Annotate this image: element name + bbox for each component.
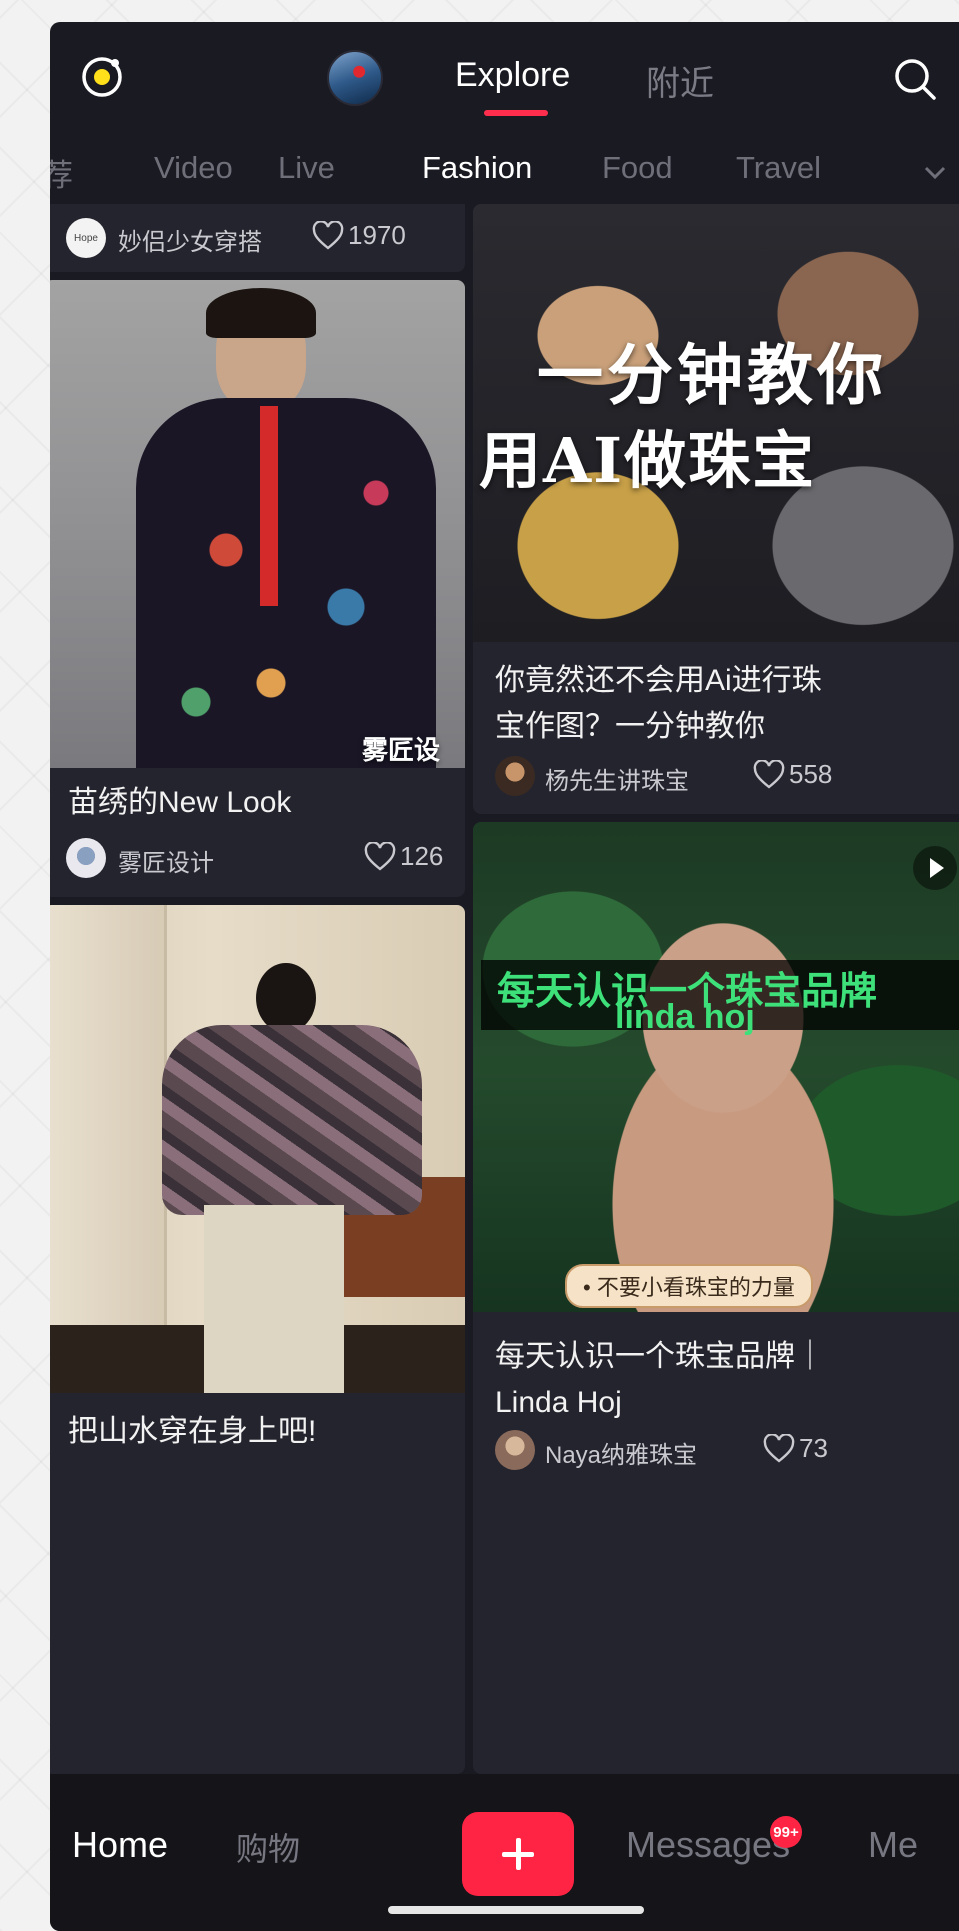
image-watermark: 雾匠设计 [362, 736, 441, 766]
nav-shop[interactable]: 购物 [236, 1824, 300, 1870]
post-title-line-2: Linda Hoj [495, 1386, 622, 1419]
post-title-line-1: 你竟然还不会用Ai进行珠 [495, 664, 822, 697]
tab-explore[interactable]: Explore [455, 56, 570, 95]
post-image: 雾匠设计 [50, 280, 465, 768]
post-title: 把山水穿在身上吧! [68, 1415, 317, 1448]
user-avatar[interactable] [327, 50, 383, 106]
post-image: 每天认识一个珠宝品牌 linda hoj • 不要小看珠宝的力量 [473, 822, 959, 1312]
search-icon[interactable] [892, 56, 938, 102]
figure-hair [256, 963, 316, 1033]
feed-card-left-1[interactable]: Hope 妙侣少女穿搭 1970 [50, 204, 465, 272]
author-name: 杨先生讲珠宝 [545, 768, 689, 795]
figure-hair [206, 288, 316, 338]
messages-badge: 99+ [770, 1816, 802, 1848]
feed-card-left-2[interactable]: 雾匠设计 苗绣的New Look 雾匠设计 126 [50, 280, 465, 897]
like-count[interactable]: 1970 [312, 220, 406, 251]
category-fashion[interactable]: Fashion [422, 150, 532, 186]
category-food[interactable]: Food [602, 150, 673, 186]
active-tab-indicator [484, 110, 548, 116]
chevron-down-icon[interactable] [920, 160, 950, 184]
author-avatar [495, 756, 535, 796]
heart-icon [763, 1433, 795, 1464]
post-image: 一分钟教你 用AI做珠宝 [473, 204, 959, 642]
author-avatar [66, 838, 106, 878]
tab-nearby[interactable]: 附近 [646, 56, 714, 105]
post-image [50, 905, 465, 1393]
nav-me[interactable]: Me [868, 1824, 918, 1866]
post-title-line-1: 每天认识一个珠宝品牌｜ [495, 1340, 825, 1373]
post-title-line-2: 宝作图？一分钟教你 [495, 710, 765, 743]
category-travel[interactable]: Travel [736, 150, 821, 186]
author-avatar: Hope [66, 218, 106, 258]
post-title: 苗绣的New Look [68, 786, 292, 819]
feed-card-left-3[interactable]: 把山水穿在身上吧! [50, 905, 465, 1774]
nav-messages[interactable]: Messages [626, 1824, 790, 1866]
heart-icon [312, 220, 344, 251]
phone-screen: Explore 附近 荐 Video Live Fashion Food Tra… [50, 22, 959, 1931]
feed-card-right-2[interactable]: 每天认识一个珠宝品牌 linda hoj • 不要小看珠宝的力量 每天认识一个珠… [473, 822, 959, 1774]
heart-icon [753, 759, 785, 790]
author-avatar [495, 1430, 535, 1470]
image-text-line-2: linda hoj [615, 998, 755, 1036]
like-count[interactable]: 73 [763, 1433, 828, 1464]
home-indicator [388, 1906, 644, 1914]
figure-coat [136, 398, 436, 768]
figure-skirt [204, 1205, 344, 1393]
heart-icon [364, 841, 396, 872]
category-video[interactable]: Video [154, 150, 233, 186]
nav-home[interactable]: Home [72, 1824, 168, 1866]
like-count[interactable]: 558 [753, 759, 832, 790]
category-live[interactable]: Live [278, 150, 335, 186]
play-icon[interactable] [913, 846, 957, 890]
category-recommend[interactable]: 荐 [50, 150, 73, 195]
coat-trim [260, 406, 278, 606]
category-bar: 荐 Video Live Fashion Food Travel [50, 140, 959, 202]
figure-shirt [162, 1025, 422, 1215]
image-text-line-2: 用AI做珠宝 [479, 424, 817, 497]
author-name: 妙侣少女穿搭 [118, 229, 262, 256]
add-post-button[interactable] [462, 1812, 574, 1896]
image-door [50, 905, 167, 1345]
top-bar: Explore 附近 [50, 22, 959, 130]
feed-card-right-1[interactable]: 一分钟教你 用AI做珠宝 你竟然还不会用Ai进行珠 宝作图？一分钟教你 杨先生讲… [473, 204, 959, 814]
image-pill-label: • 不要小看珠宝的力量 [565, 1264, 813, 1308]
camera-icon[interactable] [80, 55, 124, 99]
like-count[interactable]: 126 [364, 841, 443, 872]
image-text-line-1: 一分钟教你 [537, 336, 887, 414]
author-name: Naya纳雅珠宝 [545, 1442, 698, 1469]
author-name: 雾匠设计 [118, 850, 214, 877]
